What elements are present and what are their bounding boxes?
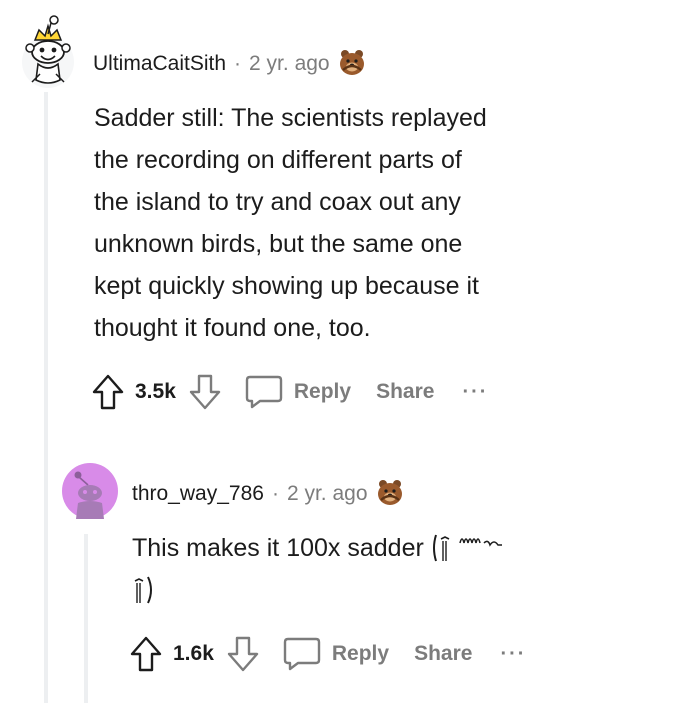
crying-emote-icon bbox=[432, 531, 508, 565]
reply-button[interactable]: Reply bbox=[282, 636, 389, 672]
upvote-icon[interactable] bbox=[91, 373, 125, 411]
comment-line: the island to try and coax out any bbox=[94, 188, 461, 216]
comment-body: Sadder still: The scientists replayed th… bbox=[94, 97, 654, 349]
comment-bubble-icon bbox=[283, 637, 321, 671]
share-button[interactable]: Share bbox=[414, 642, 472, 666]
comment-line: kept quickly showing up because it bbox=[94, 272, 479, 300]
separator-dot: · bbox=[234, 52, 242, 75]
downvote-icon[interactable] bbox=[226, 635, 260, 673]
reply-button[interactable]: Reply bbox=[244, 374, 351, 410]
user-avatar[interactable] bbox=[18, 14, 78, 88]
upvote-icon[interactable] bbox=[129, 635, 163, 673]
username[interactable]: UltimaCaitSith bbox=[93, 52, 226, 76]
comment-body: This makes it 100x sadder bbox=[132, 527, 652, 611]
vote-score: 1.6k bbox=[173, 642, 214, 665]
comment-line: Sadder still: The scientists replayed bbox=[94, 104, 487, 132]
comment-bubble-icon bbox=[245, 375, 283, 409]
timestamp[interactable]: 2 yr. ago bbox=[249, 52, 330, 76]
award-bear-icon[interactable] bbox=[376, 478, 404, 511]
more-options-button[interactable]: ··· bbox=[462, 381, 488, 404]
comment-actions: 3.5k Reply Share ··· bbox=[91, 372, 488, 412]
timestamp[interactable]: 2 yr. ago bbox=[287, 482, 368, 506]
comment-line: thought it found one, too. bbox=[94, 314, 371, 342]
thread-line[interactable] bbox=[44, 92, 48, 703]
award-bear-icon[interactable] bbox=[338, 48, 366, 81]
vote-score: 3.5k bbox=[135, 380, 176, 403]
comment-line: unknown birds, but the same one bbox=[94, 230, 463, 258]
more-options-button[interactable]: ··· bbox=[500, 643, 526, 666]
crying-emote-icon bbox=[132, 573, 158, 607]
thread-line[interactable] bbox=[84, 534, 88, 703]
separator-dot: · bbox=[271, 482, 279, 505]
comment-line: the recording on different parts of bbox=[94, 146, 462, 174]
downvote-icon[interactable] bbox=[188, 373, 222, 411]
share-button[interactable]: Share bbox=[376, 380, 434, 404]
snoo-avatar-icon bbox=[62, 463, 118, 519]
snoo-avatar-icon bbox=[22, 15, 74, 88]
comment-actions: 1.6k Reply Share ··· bbox=[129, 634, 526, 674]
reply-label: Reply bbox=[331, 642, 390, 665]
username[interactable]: thro_way_786 bbox=[132, 482, 264, 506]
reply-label: Reply bbox=[293, 380, 352, 403]
comment-line: This makes it 100x sadder bbox=[132, 534, 424, 562]
user-avatar[interactable] bbox=[62, 463, 118, 519]
